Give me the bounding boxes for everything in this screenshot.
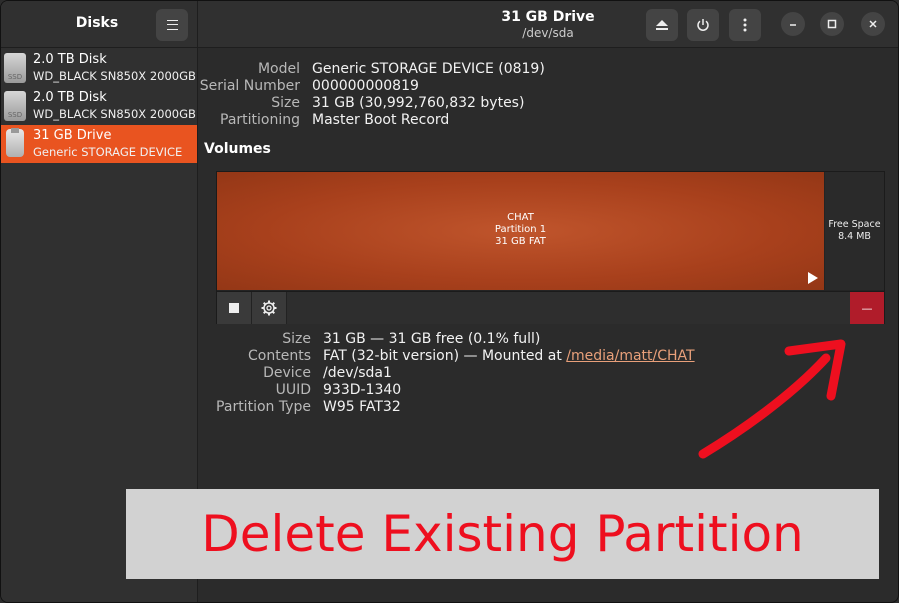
more-vert-icon	[743, 18, 747, 32]
disk-model: WD_BLACK SN850X 2000GB	[33, 69, 196, 83]
ssd-icon: SSD	[4, 91, 26, 121]
partition-options-button[interactable]	[252, 292, 287, 324]
partition-size-fs: 31 GB FAT	[495, 236, 546, 247]
device-label: Device	[263, 365, 311, 381]
disk-name: 2.0 TB Disk	[33, 90, 107, 105]
contents-value: FAT (32-bit version) — Mounted at /media…	[323, 348, 695, 364]
unmount-button[interactable]	[217, 292, 252, 324]
volumes-map: CHAT Partition 1 31 GB FAT Free Space 8.…	[216, 171, 885, 324]
part-size-value: 31 GB — 31 GB free (0.1% full)	[323, 331, 541, 347]
sidebar-header: Disks	[1, 1, 197, 48]
minimize-button[interactable]	[781, 12, 805, 36]
device-value: /dev/sda1	[323, 365, 392, 381]
eject-button[interactable]	[646, 9, 678, 41]
disks-window: Disks SSD 2.0 TB Disk WD_BLACK SN850X 20…	[0, 0, 899, 603]
mount-point-link[interactable]: /media/matt/CHAT	[566, 348, 694, 364]
mounted-play-icon	[808, 272, 818, 284]
stop-icon	[229, 303, 239, 313]
annotation-arrow-icon	[698, 339, 846, 459]
partitioning-label: Partitioning	[220, 112, 300, 128]
contents-text: FAT (32-bit version) — Mounted at	[323, 348, 567, 364]
size-value: 31 GB (30,992,760,832 bytes)	[312, 95, 525, 111]
close-button[interactable]	[861, 12, 885, 36]
maximize-icon	[827, 19, 837, 29]
disk-list-item[interactable]: SSD 2.0 TB Disk WD_BLACK SN850X 2000GB	[1, 49, 197, 87]
eject-icon	[656, 19, 668, 30]
maximize-button[interactable]	[820, 12, 844, 36]
partition-type-value: W95 FAT32	[323, 399, 401, 415]
model-label: Model	[257, 61, 300, 77]
partition-number: Partition 1	[494, 224, 547, 235]
part-size-label: Size	[282, 331, 311, 347]
settings-gear-icon	[261, 300, 277, 316]
disk-model: WD_BLACK SN850X 2000GB	[33, 107, 196, 121]
contents-label: Contents	[248, 348, 311, 364]
header-bar: 31 GB Drive /dev/sda	[198, 1, 898, 48]
close-icon	[869, 20, 877, 28]
uuid-value: 933D-1340	[323, 382, 402, 398]
main-menu-button[interactable]	[156, 9, 188, 41]
delete-partition-button[interactable]: —	[850, 292, 884, 324]
partitioning-value: Master Boot Record	[312, 112, 450, 128]
disk-model: Generic STORAGE DEVICE	[33, 145, 183, 159]
power-icon	[697, 19, 709, 31]
uuid-label: UUID	[275, 382, 311, 398]
free-space-block[interactable]: Free Space 8.4 MB	[825, 172, 884, 290]
power-off-button[interactable]	[687, 9, 719, 41]
usb-drive-icon	[6, 128, 24, 157]
serial-value: 000000000819	[312, 78, 419, 94]
partition-block[interactable]: CHAT Partition 1 31 GB FAT	[217, 172, 824, 290]
disk-name: 2.0 TB Disk	[33, 52, 107, 67]
partition-label: CHAT	[507, 212, 534, 223]
volumes-heading: Volumes	[204, 141, 271, 157]
ssd-icon: SSD	[4, 53, 26, 83]
model-value: Generic STORAGE DEVICE (0819)	[312, 61, 545, 77]
free-space-size: 8.4 MB	[838, 231, 871, 242]
annotation-banner-text: Delete Existing Partition	[201, 505, 804, 563]
disk-name: 31 GB Drive	[33, 128, 112, 143]
more-options-button[interactable]	[729, 9, 761, 41]
disk-list-item[interactable]: SSD 2.0 TB Disk WD_BLACK SN850X 2000GB	[1, 87, 197, 125]
disk-list-item-selected[interactable]: 31 GB Drive Generic STORAGE DEVICE	[1, 125, 197, 163]
volume-toolbar: —	[217, 291, 884, 324]
size-label: Size	[271, 95, 300, 111]
hamburger-icon	[166, 20, 178, 30]
minimize-icon	[790, 24, 796, 26]
free-space-label: Free Space	[828, 219, 881, 230]
partition-type-label: Partition Type	[216, 399, 311, 415]
annotation-banner: Delete Existing Partition	[126, 489, 879, 579]
serial-label: Serial Number	[199, 78, 300, 94]
